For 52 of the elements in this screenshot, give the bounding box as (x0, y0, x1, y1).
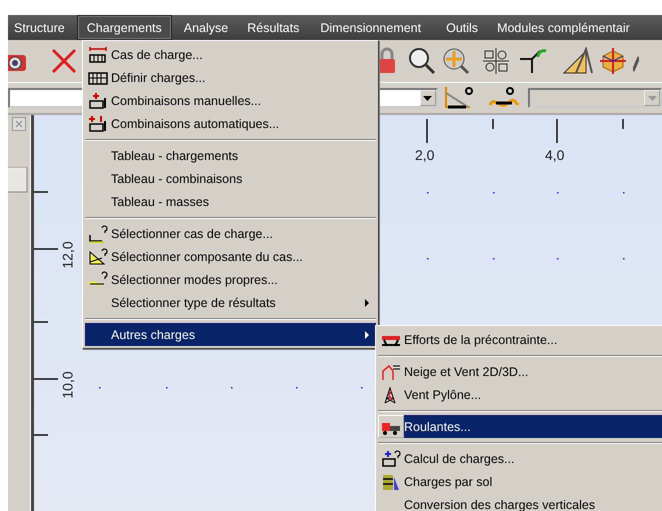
menu-item[interactable]: Cas de charge... (85, 43, 376, 66)
menu-item[interactable]: Chargements (76, 15, 172, 40)
axis-label: 2,0 (415, 147, 434, 163)
pan-icon[interactable] (442, 47, 470, 75)
menu-item[interactable]: Autres charges (85, 323, 376, 346)
menu-item[interactable]: Combinaisons automatiques... (85, 112, 376, 135)
menu-item[interactable]: Sélectionner modes propres... (85, 268, 376, 291)
automatic-combination-icon (88, 114, 108, 132)
menu-item[interactable]: Outils (439, 15, 486, 40)
submenu-arrow-icon (365, 298, 369, 306)
load-case-icon (88, 46, 108, 64)
dropdown-arrow-icon[interactable] (423, 96, 432, 100)
menu-item[interactable]: Dimensionnement (313, 15, 428, 40)
axis-label: 10,0 (60, 371, 76, 399)
cube-icon[interactable] (598, 47, 628, 75)
menu-item[interactable]: Tableau - chargements (85, 144, 376, 167)
menu-item[interactable]: Sélectionner composante du cas... (85, 245, 376, 268)
axis-label: 4,0 (545, 147, 564, 163)
set-square-icon[interactable] (562, 47, 594, 75)
zoom-views-icon[interactable] (482, 47, 510, 75)
submenu-arrow-icon (365, 330, 369, 338)
menu-item[interactable]: Charges par sol (378, 470, 662, 493)
menu-item[interactable]: Efforts de la précontrainte... (378, 328, 662, 351)
menu-item[interactable]: Vent Pylône... (378, 383, 662, 406)
menu-item[interactable]: Sélectionner cas de charge... (85, 222, 376, 245)
menu-item[interactable]: Tableau - masses (85, 190, 376, 213)
menu-item[interactable]: Définir charges... (85, 66, 376, 89)
close-icon[interactable] (12, 117, 26, 131)
lock-icon[interactable] (378, 47, 396, 75)
menu-item[interactable]: Neige et Vent 2D/3D... (378, 360, 662, 383)
load-case-query-icon (88, 224, 108, 242)
menu-item[interactable]: Roulantes... (378, 415, 662, 438)
menu-item[interactable]: Sélectionner type de résultats (85, 291, 376, 314)
mode-query-icon (88, 270, 108, 288)
axis-label: 12,0 (60, 241, 76, 269)
component-query-icon (88, 248, 108, 266)
menu-item[interactable]: Résultats (240, 15, 306, 40)
menu-item[interactable]: Calcul de charges... (378, 447, 662, 470)
menu-item[interactable]: Modules complémentair (490, 15, 637, 40)
load-query-icon[interactable] (444, 85, 476, 111)
menu-item[interactable]: Conversion des charges verticales (378, 493, 662, 511)
delete-icon[interactable] (50, 47, 78, 75)
node-icon[interactable] (518, 47, 548, 75)
panel-tab (8, 167, 28, 193)
zoom-icon[interactable] (408, 47, 436, 75)
manual-combination-icon (88, 92, 108, 110)
snow-wind-icon (381, 362, 401, 380)
menu-item[interactable]: Tableau - combinaisons (85, 167, 376, 190)
menu-item[interactable]: Structure (9, 15, 72, 40)
floor-load-icon (381, 472, 401, 490)
load-calculation-icon (381, 450, 401, 468)
menu-item[interactable]: Analyse (176, 15, 236, 40)
